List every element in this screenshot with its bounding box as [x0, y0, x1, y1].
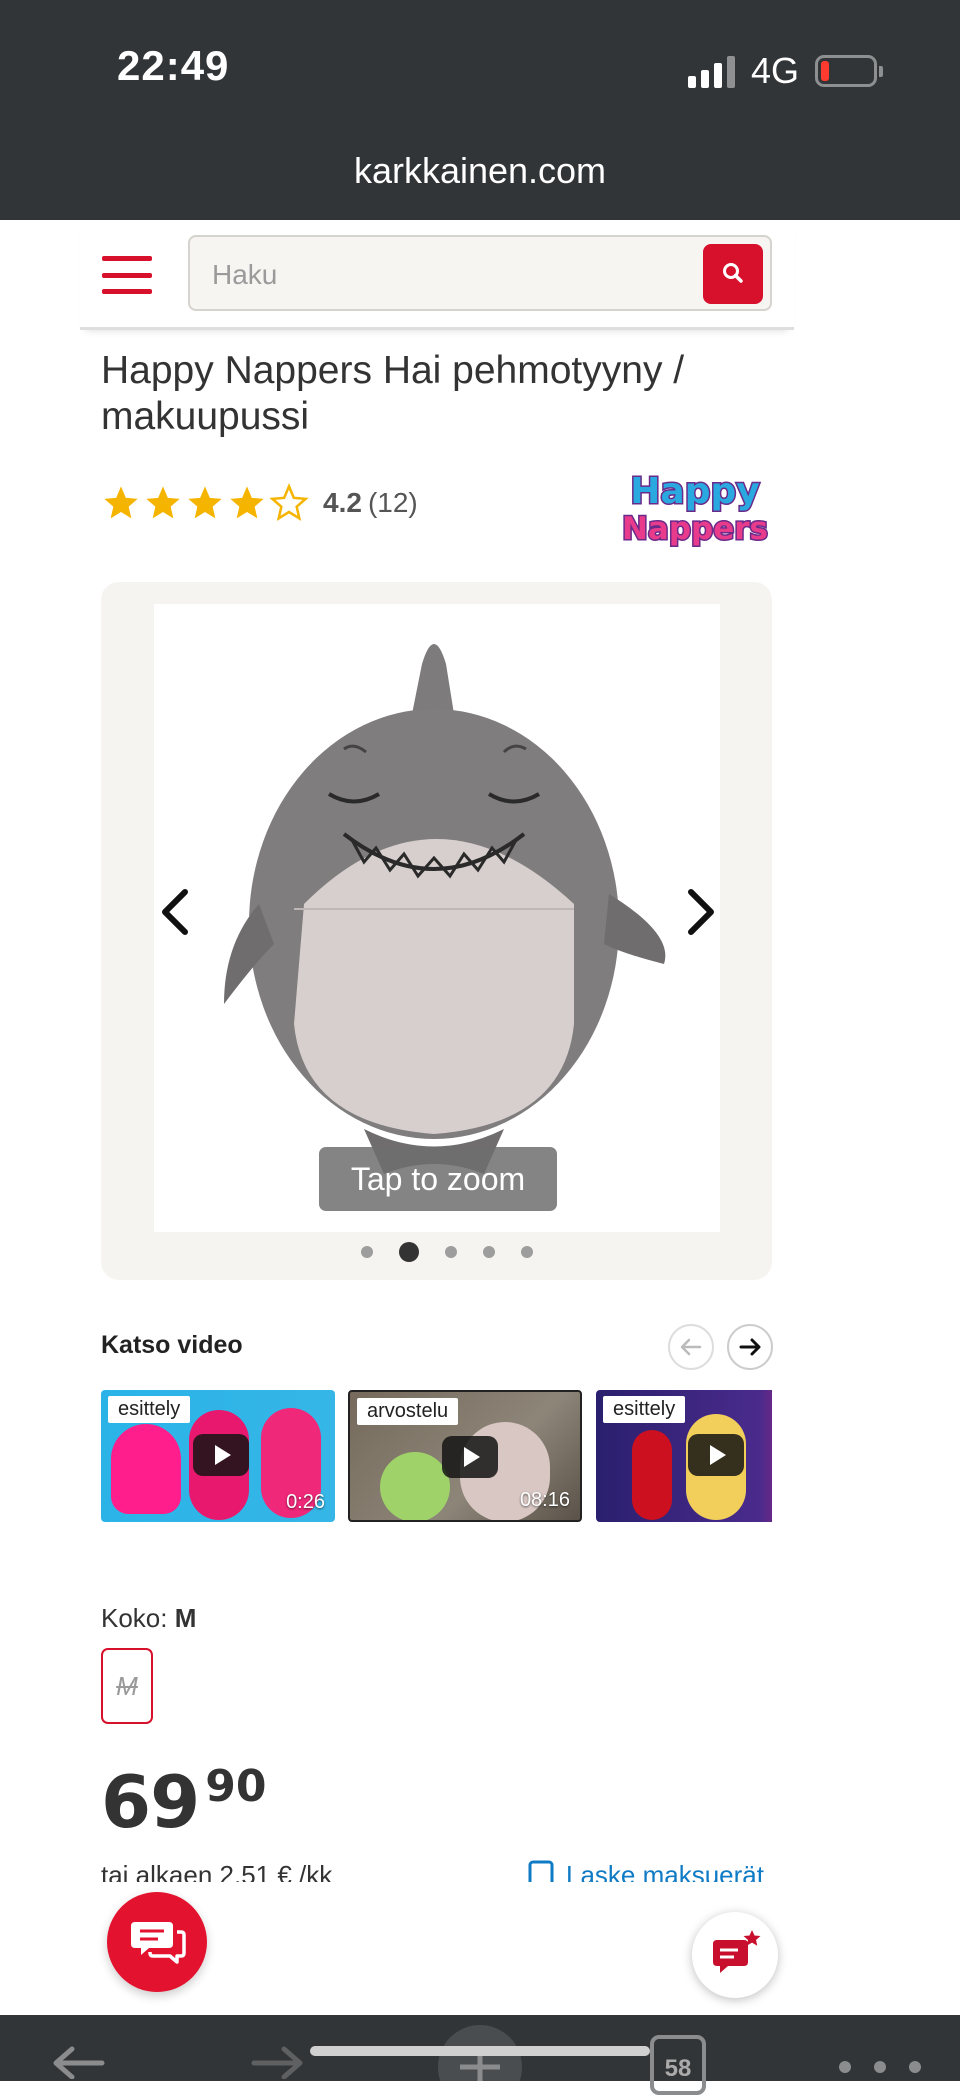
product-price: 69 90: [101, 1760, 267, 1844]
star-full-icon: [104, 486, 138, 519]
tabs-count-button[interactable]: 58: [650, 2035, 706, 2095]
gallery-dot[interactable]: [444, 1246, 457, 1258]
calc-link-label: Laske maksuerät: [566, 1860, 764, 1882]
signal-icon: [688, 56, 735, 88]
star-full-icon: [146, 486, 180, 519]
clock: 22:49: [117, 42, 230, 89]
video-duration: 0:26: [286, 1491, 325, 1513]
video-tag: esittely: [108, 1396, 191, 1423]
gallery-prev-arrow-icon[interactable]: [153, 882, 197, 942]
menu-icon[interactable]: [102, 256, 152, 294]
chat-icon: [131, 1922, 186, 1964]
arrow-left-icon: [680, 1338, 702, 1356]
gallery-dot-active[interactable]: [398, 1242, 419, 1262]
svg-text:Happy: Happy: [630, 471, 759, 512]
video-prev-button[interactable]: [668, 1324, 714, 1370]
size-option-label: M: [116, 1670, 138, 1701]
arrow-right-icon: [739, 1338, 761, 1356]
chat-button[interactable]: [107, 1892, 207, 1992]
size-selected: M: [174, 1603, 197, 1633]
product-title: Happy Nappers Hai pehmotyyny / makuupuss…: [101, 349, 685, 438]
product-image[interactable]: [154, 604, 720, 1232]
size-option-m[interactable]: M: [101, 1648, 153, 1724]
star-empty-icon: [269, 483, 309, 521]
installment-info: tai alkaen 2,51 € /kk: [101, 1860, 333, 1882]
price-euros: 69: [101, 1760, 200, 1844]
brand-logo[interactable]: Happy Nappers: [620, 465, 770, 548]
product-gallery: Tap to zoom: [101, 582, 772, 1280]
video-section-title: Katso video: [101, 1331, 243, 1359]
gallery-next-arrow-icon[interactable]: [679, 882, 723, 942]
battery-icon: [815, 55, 883, 87]
video-duration: 08:16: [519, 1489, 570, 1511]
video-next-button[interactable]: [727, 1324, 773, 1370]
video-tag: arvostelu: [357, 1398, 459, 1425]
gallery-dot[interactable]: [482, 1246, 495, 1258]
tap-to-zoom-button[interactable]: Tap to zoom: [319, 1147, 557, 1211]
search-input[interactable]: [212, 255, 682, 295]
address-bar[interactable]: karkkainen.com: [0, 150, 960, 192]
video-thumbnail[interactable]: esittely: [596, 1390, 772, 1522]
gallery-pagination: [101, 1242, 772, 1262]
gallery-dot[interactable]: [360, 1246, 373, 1258]
gallery-dot[interactable]: [520, 1246, 533, 1258]
network-type: 4G: [751, 50, 800, 91]
star-full-icon: [188, 486, 222, 519]
site-header: [80, 220, 794, 330]
size-label-text: Koko:: [101, 1603, 175, 1633]
forward-arrow-icon[interactable]: [248, 2039, 308, 2079]
rating-value: 4.2: [323, 487, 362, 518]
star-full-icon: [230, 486, 264, 519]
video-thumbnail[interactable]: arvostelu 08:16: [348, 1390, 582, 1522]
play-icon: [442, 1436, 498, 1478]
video-thumbnail[interactable]: esittely 0:26: [101, 1390, 335, 1522]
product-rating[interactable]: 4.2 (12): [101, 478, 418, 528]
play-icon: [688, 1434, 744, 1476]
video-tag: esittely: [603, 1396, 686, 1423]
calculator-icon: [528, 1860, 554, 1882]
shark-plush-image: [224, 644, 666, 1174]
feedback-button[interactable]: [692, 1912, 778, 1998]
browser-status-bar: 22:49 4G karkkainen.com: [0, 0, 960, 220]
more-icon[interactable]: [830, 2055, 930, 2075]
back-arrow-icon[interactable]: [48, 2039, 108, 2079]
svg-text:Nappers: Nappers: [622, 511, 768, 547]
size-label: Koko: M: [101, 1603, 196, 1634]
rating-count: (12): [367, 487, 418, 518]
search-bar: [188, 235, 772, 311]
home-indicator: [310, 2046, 650, 2056]
feedback-star-icon: [713, 1930, 761, 1973]
search-button[interactable]: [703, 244, 763, 304]
play-icon: [193, 1434, 249, 1476]
video-carousel: esittely 0:26 arvostelu 08:16 esittely: [101, 1390, 772, 1524]
rating-stars: [101, 483, 309, 523]
search-icon: [723, 263, 743, 283]
product-page: Happy Nappers Hai pehmotyyny / makuupuss…: [0, 220, 960, 2015]
installment-calculator-link[interactable]: Laske maksuerät: [528, 1860, 764, 1882]
price-cents: 90: [205, 1761, 267, 1812]
